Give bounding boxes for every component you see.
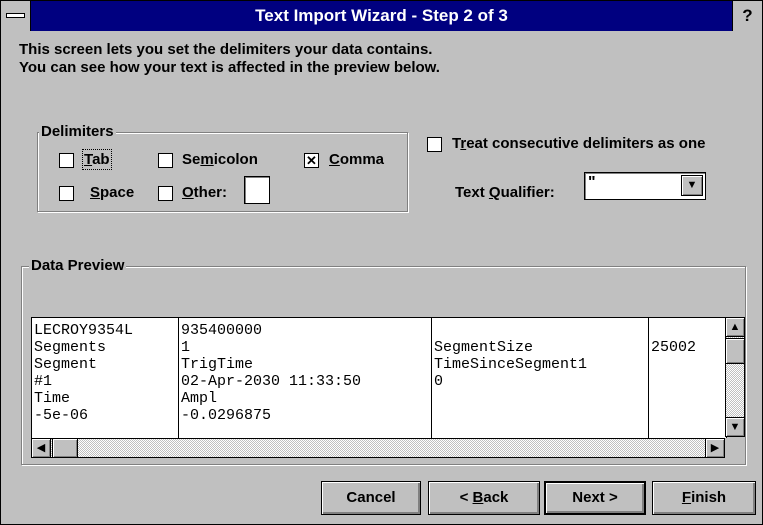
data-preview-table: LECROY9354L Segments Segment #1 Time -5e…	[31, 317, 727, 439]
horizontal-scroll-thumb[interactable]	[52, 438, 78, 458]
text-qualifier-label: Text Qualifier:	[455, 184, 555, 201]
preview-cell: LECROY9354L	[34, 322, 134, 339]
help-button[interactable]: ?	[732, 1, 762, 31]
preview-cell: Time	[34, 390, 71, 407]
tab-checkbox[interactable]	[59, 153, 74, 168]
cancel-button[interactable]: Cancel	[321, 481, 421, 515]
scrollbar-corner	[725, 438, 745, 458]
next-button[interactable]: Next >	[544, 481, 646, 515]
vertical-scroll-thumb[interactable]	[725, 338, 745, 364]
instruction-line-1: This screen lets you set the delimiters …	[19, 41, 433, 58]
space-label[interactable]: Space	[90, 184, 134, 201]
preview-column-1: LECROY9354L Segments Segment #1 Time -5e…	[32, 318, 179, 438]
preview-cell: 0	[434, 373, 444, 390]
text-qualifier-value: "	[588, 174, 596, 191]
arrow-right-icon: ▶	[710, 442, 720, 454]
back-button[interactable]: < Back	[428, 481, 540, 515]
preview-cell: SegmentSize	[434, 339, 534, 356]
preview-cell: Segment	[34, 356, 98, 373]
text-qualifier-dropdown[interactable]: " ▼	[584, 172, 706, 200]
instruction-line-2: You can see how your text is affected in…	[19, 59, 440, 76]
scroll-right-button[interactable]: ▶	[705, 438, 725, 458]
preview-column-3: SegmentSize TimeSinceSegment1 0	[432, 318, 649, 438]
arrow-down-icon: ▼	[729, 421, 741, 433]
preview-cell: -5e-06	[34, 407, 89, 424]
preview-column-2: 935400000 1 TrigTime 02-Apr-2030 11:33:5…	[179, 318, 432, 438]
window-title: Text Import Wizard - Step 2 of 3	[255, 6, 508, 25]
semicolon-label[interactable]: Semicolon	[182, 151, 258, 168]
preview-cell: TimeSinceSegment1	[434, 356, 588, 373]
dropdown-arrow-button[interactable]: ▼	[681, 175, 703, 196]
treat-consecutive-label[interactable]: Treat consecutive delimiters as one	[452, 135, 705, 152]
semicolon-checkbox[interactable]	[158, 153, 173, 168]
preview-cell: 25002	[651, 339, 697, 356]
treat-consecutive-checkbox[interactable]	[427, 137, 442, 152]
comma-label[interactable]: Comma	[329, 151, 384, 168]
preview-cell: 1	[181, 339, 191, 356]
scroll-up-button[interactable]: ▲	[725, 317, 745, 337]
preview-cell: Segments	[34, 339, 107, 356]
preview-cell: 02-Apr-2030 11:33:50	[181, 373, 362, 390]
space-checkbox[interactable]	[59, 186, 74, 201]
other-label[interactable]: Other:	[182, 184, 227, 201]
text-import-wizard-dialog: Text Import Wizard - Step 2 of 3 ? This …	[0, 0, 763, 525]
preview-cell: -0.0296875	[181, 407, 272, 424]
preview-cell: #1	[34, 373, 53, 390]
title-bar: Text Import Wizard - Step 2 of 3 ?	[1, 1, 762, 31]
scroll-left-button[interactable]: ◀	[31, 438, 51, 458]
other-checkbox[interactable]	[158, 186, 173, 201]
delimiters-legend: Delimiters	[39, 123, 116, 140]
preview-cell: Ampl	[181, 390, 218, 407]
data-preview-legend: Data Preview	[29, 257, 127, 274]
comma-checkbox[interactable]: ✕	[304, 153, 319, 168]
arrow-left-icon: ◀	[36, 442, 46, 454]
horizontal-scrollbar[interactable]	[31, 438, 725, 458]
preview-column-4: 25002	[649, 318, 723, 438]
tab-label[interactable]: Tab	[82, 149, 112, 170]
system-menu-button[interactable]	[1, 1, 31, 31]
system-menu-icon	[6, 13, 25, 18]
preview-cell: TrigTime	[181, 356, 254, 373]
scroll-down-button[interactable]: ▼	[725, 417, 745, 437]
preview-cell: 935400000	[181, 322, 263, 339]
other-delimiter-input[interactable]	[244, 176, 270, 204]
arrow-up-icon: ▲	[729, 321, 741, 333]
chevron-down-icon: ▼	[686, 179, 698, 191]
finish-button[interactable]: Finish	[652, 481, 756, 515]
